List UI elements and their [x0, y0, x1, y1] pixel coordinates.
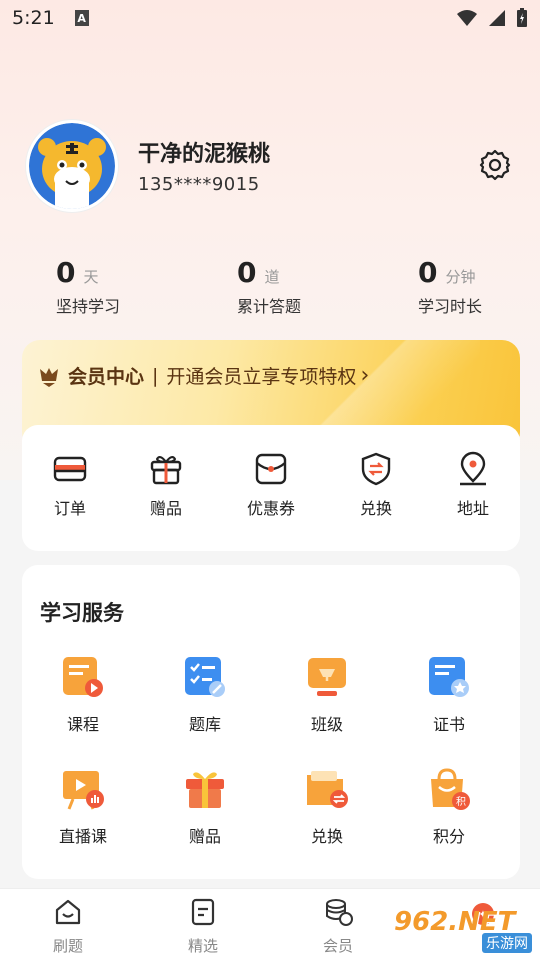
order-item-label: 优惠券 [246, 499, 295, 518]
order-item-coupons[interactable]: 优惠券 [231, 451, 311, 519]
order-item-label: 地址 [456, 499, 489, 518]
stat-days-unit: 天 [83, 268, 99, 286]
stat-duration-value: 0 [418, 256, 438, 289]
tab-selected[interactable]: 精选 [163, 897, 243, 956]
gift-icon [150, 456, 182, 485]
vip-description: 开通会员立享专项特权 [166, 366, 357, 388]
question-bank-icon [185, 657, 225, 697]
service-question-bank[interactable]: 题库 [160, 655, 250, 735]
points-bag-icon: 积 [431, 768, 470, 810]
stat-duration-unit: 分钟 [445, 268, 476, 286]
service-label: 题库 [188, 715, 221, 734]
order-item-orders[interactable]: 订单 [30, 451, 110, 519]
service-label: 课程 [66, 715, 99, 734]
stat-days-label: 坚持学习 [56, 297, 121, 316]
service-label: 积分 [432, 827, 465, 846]
service-class[interactable]: 班级 [282, 655, 372, 735]
order-item-exchange[interactable]: 兑换 [336, 451, 416, 519]
stat-duration[interactable]: 0 分钟 学习时长 [418, 256, 482, 317]
service-exchange[interactable]: 兑换 [282, 767, 372, 847]
stat-days[interactable]: 0天 坚持学习 [56, 256, 120, 317]
course-icon [63, 657, 103, 697]
profile-section: 干净的泥猴桃 135****9015 [26, 120, 516, 212]
service-gifts[interactable]: 赠品 [160, 767, 250, 847]
services-title: 学习服务 [40, 601, 124, 625]
service-live-class[interactable]: 直播课 [38, 767, 128, 847]
tab-label: 会员 [322, 937, 353, 955]
settings-gear-icon[interactable] [478, 148, 512, 182]
signal-icon [489, 10, 505, 26]
order-item-gifts[interactable]: 赠品 [126, 451, 206, 519]
service-label: 赠品 [188, 827, 221, 846]
vip-coins-icon [326, 899, 353, 926]
tab-practice[interactable]: 刷题 [28, 897, 108, 956]
class-icon [308, 658, 346, 696]
service-label: 班级 [310, 715, 343, 734]
service-points[interactable]: 积 积分 [404, 767, 494, 847]
gift-box-icon [186, 772, 224, 808]
status-bar: 5:21 A [0, 0, 540, 36]
tab-vip[interactable]: 会员 [298, 897, 378, 956]
service-label: 证书 [432, 715, 465, 734]
wallet-icon [53, 456, 87, 482]
exchange-shield-icon [361, 452, 391, 486]
tiger-avatar-icon [29, 123, 115, 209]
battery-icon [517, 8, 527, 27]
coupon-icon [255, 453, 287, 485]
wifi-icon [457, 10, 477, 26]
home-icon [55, 899, 81, 925]
vip-separator: | [152, 364, 159, 387]
exchange-folder-icon [307, 771, 348, 808]
notification-a-icon: A [74, 10, 89, 26]
user-phone: 135****9015 [138, 174, 260, 195]
selected-icon [191, 898, 215, 926]
stat-answers-unit: 道 [264, 268, 280, 286]
svg-text:积: 积 [456, 796, 466, 808]
order-item-label: 赠品 [149, 499, 182, 518]
stat-duration-label: 学习时长 [418, 297, 483, 316]
orders-card: 订单 赠品 优惠券 兑换 地址 [22, 425, 520, 551]
stat-answers[interactable]: 0道 累计答题 [237, 256, 301, 317]
order-item-label: 订单 [53, 499, 86, 518]
vip-row: 会员中心 | 开通会员立享专项特权 › [38, 362, 369, 389]
certificate-icon [429, 657, 469, 697]
order-item-address[interactable]: 地址 [433, 451, 513, 519]
tab-label: 精选 [187, 937, 218, 955]
status-time: 5:21 [12, 7, 55, 29]
tab-label: 刷题 [52, 937, 83, 955]
stat-days-value: 0 [56, 256, 76, 289]
watermark-site-name: 乐游网 [482, 933, 532, 953]
order-item-label: 兑换 [359, 499, 392, 518]
stat-answers-label: 累计答题 [237, 297, 302, 316]
vip-title: 会员中心 [68, 366, 145, 388]
location-icon [460, 451, 486, 486]
user-nickname[interactable]: 干净的泥猴桃 [138, 136, 270, 168]
site-watermark-logo: 962.NET 乐游网 [394, 904, 532, 956]
learning-stats: 0天 坚持学习 0道 累计答题 0 分钟 学习时长 [56, 256, 516, 320]
service-label: 直播课 [58, 827, 107, 846]
service-course[interactable]: 课程 [38, 655, 128, 735]
chevron-right-icon: › [360, 363, 370, 388]
vip-crown-icon [40, 367, 58, 387]
avatar[interactable] [26, 120, 118, 212]
service-certificate[interactable]: 证书 [404, 655, 494, 735]
service-label: 兑换 [310, 827, 343, 846]
learning-services-card: 学习服务 课程 题库 班级 证书 直播课 赠品 兑换 积 积分 [22, 565, 520, 879]
live-class-icon [63, 771, 104, 810]
stat-answers-value: 0 [237, 256, 257, 289]
